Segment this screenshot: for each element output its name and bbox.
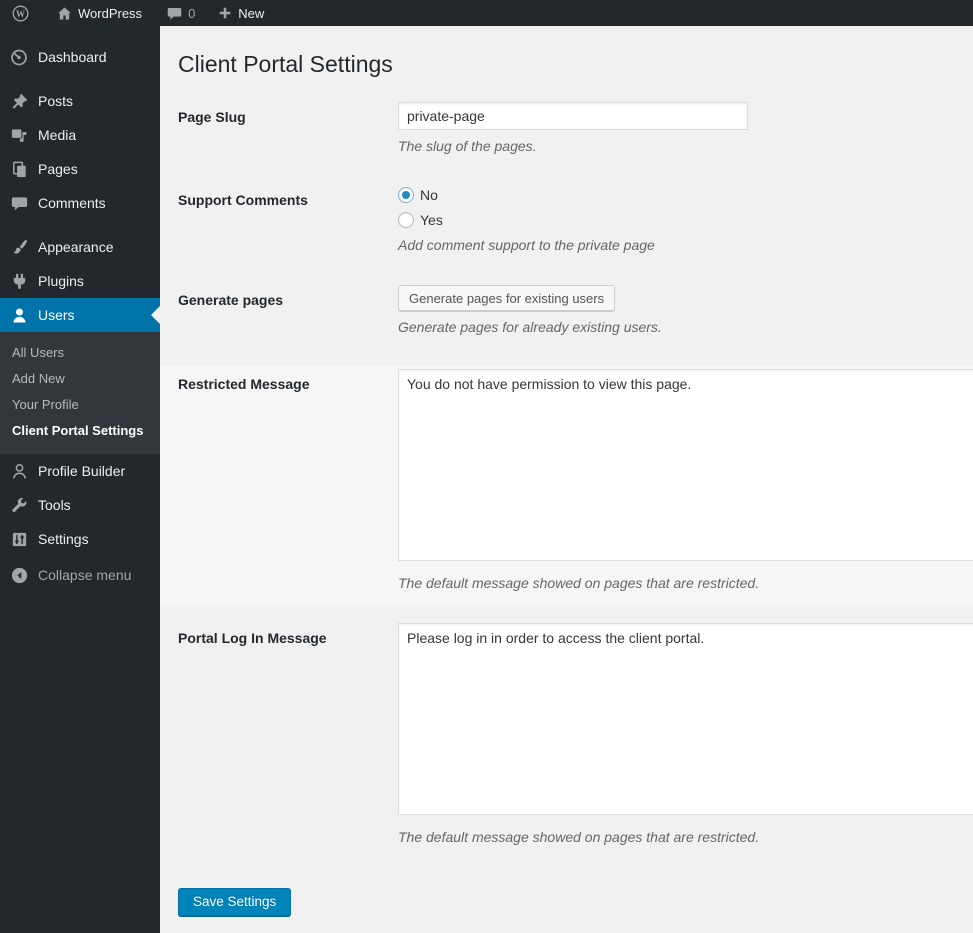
sidebar-item-profile-builder[interactable]: Profile Builder <box>0 454 160 488</box>
home-icon <box>56 5 73 22</box>
admin-sidebar: Dashboard Posts Media Pages Comments App… <box>0 26 160 933</box>
sidebar-item-users[interactable]: Users <box>0 298 160 332</box>
radio-no[interactable] <box>398 186 414 203</box>
comments-shortcut[interactable]: 0 <box>157 0 204 26</box>
field-help-text: The default message showed on pages that… <box>398 829 760 846</box>
generate-pages-button[interactable]: Generate pages for existing users <box>398 285 616 312</box>
svg-text:W: W <box>16 8 25 18</box>
radio-label: Yes <box>420 211 443 228</box>
field-help-text: Add comment support to the private page <box>398 236 655 253</box>
row-generate-pages: Generate pages Generate pages for existi… <box>178 285 973 336</box>
save-settings-button[interactable]: Save Settings <box>178 887 292 916</box>
submenu-item-add-new[interactable]: Add New <box>0 366 160 392</box>
field-help-text: The default message showed on pages that… <box>398 575 760 592</box>
sidebar-item-collapse-menu[interactable]: Collapse menu <box>0 558 160 592</box>
field-label: Restricted Message <box>178 376 310 393</box>
sidebar-item-label: Pages <box>38 161 78 177</box>
menu-separator <box>0 220 160 230</box>
person-outline-icon <box>9 461 29 481</box>
restricted-message-textarea[interactable]: You do not have permission to view this … <box>398 369 973 562</box>
sidebar-item-label: Appearance <box>38 239 114 255</box>
page-title: Client Portal Settings <box>178 51 393 77</box>
sidebar-item-label: Users <box>38 307 75 323</box>
field-help-text: Generate pages for already existing user… <box>398 319 662 336</box>
row-restricted-message: Restricted Message You do not have permi… <box>160 366 973 606</box>
sidebar-item-label: Settings <box>38 531 89 547</box>
sidebar-item-plugins[interactable]: Plugins <box>0 264 160 298</box>
comment-bubble-icon <box>166 5 183 22</box>
submenu-item-your-profile[interactable]: Your Profile <box>0 392 160 418</box>
radio-option-no[interactable]: No <box>398 185 973 205</box>
row-page-slug: Page Slug The slug of the pages. <box>178 101 973 155</box>
row-support-comments: Support Comments No Yes Add comment supp… <box>178 185 973 254</box>
menu-separator <box>0 74 160 84</box>
settings-form: Page Slug The slug of the pages. Support… <box>160 101 973 916</box>
plus-icon <box>217 5 233 21</box>
page-slug-input[interactable] <box>398 101 748 130</box>
sidebar-item-tools[interactable]: Tools <box>0 488 160 522</box>
sidebar-item-label: Plugins <box>38 273 84 289</box>
sidebar-item-media[interactable]: Media <box>0 118 160 152</box>
wordpress-logo-menu[interactable]: W <box>0 0 39 26</box>
radio-option-yes[interactable]: Yes <box>398 210 973 230</box>
field-label: Portal Log In Message <box>178 630 327 647</box>
sidebar-item-label: Collapse menu <box>38 567 132 583</box>
media-icon <box>9 125 29 145</box>
radio-yes[interactable] <box>398 211 414 228</box>
pages-icon <box>9 159 29 179</box>
site-name-label: WordPress <box>78 5 143 21</box>
row-portal-login-message: Portal Log In Message Please log in in o… <box>178 605 973 846</box>
sidebar-item-posts[interactable]: Posts <box>0 84 160 118</box>
paintbrush-icon <box>9 237 29 257</box>
sidebar-item-comments[interactable]: Comments <box>0 186 160 220</box>
site-name-link[interactable]: WordPress <box>47 0 151 26</box>
pushpin-icon <box>9 91 29 111</box>
new-label: New <box>238 5 265 21</box>
sidebar-item-settings[interactable]: Settings <box>0 522 160 556</box>
main-content: Client Portal Settings Page Slug The slu… <box>160 26 973 933</box>
sidebar-item-label: Profile Builder <box>38 463 126 479</box>
field-label: Support Comments <box>178 191 308 208</box>
dashboard-gauge-icon <box>9 47 29 67</box>
comments-count: 0 <box>188 5 196 21</box>
sidebar-item-label: Media <box>38 127 77 143</box>
users-submenu: All Users Add New Your Profile Client Po… <box>0 332 160 454</box>
comments-icon <box>9 193 29 213</box>
field-help-text: The slug of the pages. <box>398 137 537 154</box>
collapse-arrow-icon <box>9 565 29 585</box>
sidebar-item-label: Tools <box>38 497 71 513</box>
new-content-menu[interactable]: New <box>208 0 273 26</box>
submenu-item-all-users[interactable]: All Users <box>0 340 160 366</box>
sidebar-item-label: Dashboard <box>38 49 107 65</box>
plug-icon <box>9 271 29 291</box>
wordpress-logo-icon: W <box>11 4 30 23</box>
sidebar-item-pages[interactable]: Pages <box>0 152 160 186</box>
settings-sliders-icon <box>9 529 29 549</box>
sidebar-item-appearance[interactable]: Appearance <box>0 230 160 264</box>
radio-label: No <box>420 186 438 203</box>
submenu-item-client-portal-settings[interactable]: Client Portal Settings <box>0 418 160 444</box>
user-icon <box>9 305 29 325</box>
field-label: Generate pages <box>178 292 284 309</box>
portal-login-message-textarea[interactable]: Please log in in order to access the cli… <box>398 623 973 816</box>
wrench-icon <box>9 495 29 515</box>
field-label: Page Slug <box>178 108 246 125</box>
sidebar-item-label: Posts <box>38 93 74 109</box>
sidebar-item-dashboard[interactable]: Dashboard <box>0 40 160 74</box>
admin-bar: W WordPress 0 New <box>0 0 973 26</box>
sidebar-item-label: Comments <box>38 195 106 211</box>
